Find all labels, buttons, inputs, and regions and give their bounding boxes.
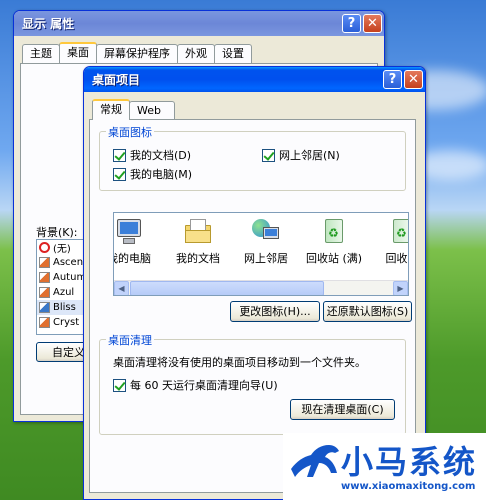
change-icon-button[interactable]: 更改图标(H)... [230,301,320,322]
brand-name: 小马系统 [341,443,478,481]
recycle-bin-full-icon: ♻ [318,215,350,247]
icon-cell-recycle-bin[interactable]: ♻ 回收站 [370,215,408,266]
desktop-items-tabs: 常规 Web [92,99,175,120]
image-file-icon [39,317,50,328]
network-places-checkbox[interactable]: 网上邻居(N) [262,147,340,163]
icon-cell-my-documents[interactable]: 我的文档 [166,215,230,266]
icon-list-scrollbar[interactable]: ◀ ▶ [114,280,408,295]
display-properties-titlebar[interactable]: 显示 属性 ? ✕ [14,11,384,36]
none-icon [39,242,50,253]
my-computer-checkbox[interactable]: 我的电脑(M) [113,166,192,182]
cleanup-description: 桌面清理将没有使用的桌面项目移动到一个文件夹。 [113,356,366,369]
my-computer-icon [114,215,145,247]
cleanup-wizard-checkbox[interactable]: 每 60 天运行桌面清理向导(U) [113,377,278,393]
image-file-icon [39,257,50,268]
checkbox-checked[interactable] [113,378,126,392]
display-tabs: 主题 桌面 屏幕保护程序 外观 设置 [22,42,252,63]
tab-web[interactable]: Web [129,101,175,120]
tab-desktop[interactable]: 桌面 [59,42,97,63]
tab-themes[interactable]: 主题 [22,44,60,63]
icon-cell-my-computer[interactable]: 我的电脑 [114,215,161,266]
close-button[interactable]: ✕ [363,14,382,33]
image-file-icon [39,302,50,313]
image-file-icon [39,287,50,298]
image-file-icon [39,272,50,283]
icon-cell-network-places[interactable]: 网上邻居 [234,215,298,266]
window-title: 桌面项目 [92,73,141,87]
help-button[interactable]: ? [383,70,402,89]
group-label: 桌面清理 [106,332,154,348]
help-button[interactable]: ? [342,14,361,33]
tab-appearance[interactable]: 外观 [177,44,215,63]
checkbox-checked[interactable] [262,148,275,162]
icon-cell-recycle-bin-full[interactable]: ♻ 回收站 (满) [302,215,366,266]
restore-default-button[interactable]: 还原默认图标(S) [323,301,412,322]
watermark-logo: 小马系统 www.xiaomaxitong.com [283,433,486,500]
network-places-icon [250,215,282,247]
checkbox-checked[interactable] [113,148,126,162]
close-button[interactable]: ✕ [404,70,423,89]
desktop-icon-list[interactable]: 我的电脑 我的文档 网上邻居 [113,212,409,296]
scroll-right-arrow-icon[interactable]: ▶ [393,281,408,295]
horse-logo-icon [291,445,339,477]
brand-url: www.xiaomaxitong.com [341,481,476,492]
tab-screensaver[interactable]: 屏幕保护程序 [96,44,178,63]
group-label: 桌面图标 [106,124,154,140]
tab-settings[interactable]: 设置 [214,44,252,63]
my-documents-icon [182,215,214,247]
window-title: 显示 属性 [22,17,75,31]
scroll-thumb[interactable] [130,281,324,295]
checkbox-checked[interactable] [113,167,126,181]
desktop-items-titlebar[interactable]: 桌面项目 ? ✕ [84,67,425,92]
scroll-left-arrow-icon[interactable]: ◀ [114,281,129,295]
my-documents-checkbox[interactable]: 我的文档(D) [113,147,191,163]
recycle-bin-icon: ♻ [386,215,408,247]
cleanup-now-button[interactable]: 现在清理桌面(C) [290,399,395,420]
tab-general[interactable]: 常规 [92,99,130,120]
background-label: 背景(K): [36,226,78,239]
